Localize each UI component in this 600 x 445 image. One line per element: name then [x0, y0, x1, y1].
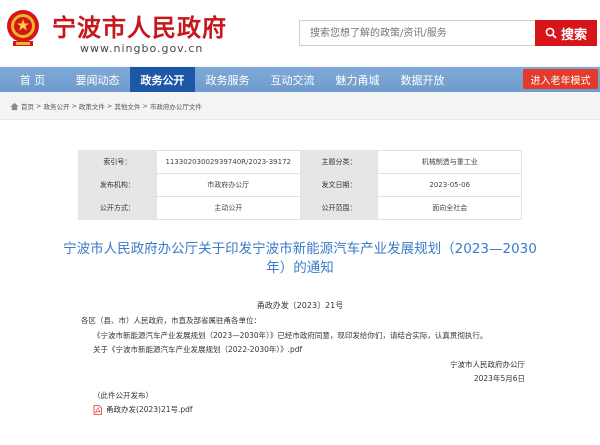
nav-interaction[interactable]: 互动交流 — [260, 67, 325, 92]
document-body: 《宁波市新能源汽车产业发展规划（2023—2030年）》已经市政府同意，现印发给… — [93, 331, 488, 340]
meta-key-topic: 主题分类： — [299, 150, 379, 174]
attachment-filename[interactable]: 甬政办发(2023)21号.pdf — [106, 404, 193, 415]
breadcrumb-office-docs[interactable]: 市政府办公厅文件 — [150, 101, 202, 111]
meta-key-publisher: 发布机构： — [78, 173, 157, 197]
meta-value-topic: 机械制造与重工业 — [377, 150, 522, 174]
search-button-label: 搜索 — [560, 27, 587, 43]
public-note: （此件公开发布） — [93, 391, 153, 400]
meta-value-index: 11330203002939740R/2023-39172 — [155, 150, 301, 174]
nav-home[interactable]: 首 页 — [0, 67, 65, 92]
meta-key-scope: 公开范围： — [299, 196, 379, 220]
home-icon — [10, 102, 19, 110]
document-sign-org: 宁波市人民政府办公厅 — [450, 360, 525, 369]
search-icon — [545, 27, 557, 39]
breadcrumb-policy-docs[interactable]: 政策文件 — [79, 101, 105, 111]
breadcrumb: 首页 > 政务公开 > 政策文件 > 其他文件 > 市政府办公厅文件 — [10, 101, 202, 111]
search-button[interactable]: 搜索 — [535, 20, 597, 46]
document-title: 宁波市人民政府办公厅关于印发宁波市新能源汽车产业发展规划（2023—2030 年… — [60, 240, 540, 278]
nav-news[interactable]: 要闻动态 — [65, 67, 130, 92]
meta-value-scope: 面向全社会 — [377, 196, 522, 220]
main-nav: 首 页 要闻动态 政务公开 政务服务 互动交流 魅力甬城 数据开放 进入老年模式 — [0, 67, 600, 92]
document-meta-table: 索引号： 11330203002939740R/2023-39172 主题分类：… — [78, 150, 522, 220]
breadcrumb-separator: > — [106, 102, 113, 110]
breadcrumb-separator: > — [71, 102, 77, 110]
pdf-icon — [93, 404, 102, 415]
site-header: 宁波市人民政府 www.ningbo.gov.cn 搜索 — [0, 0, 600, 66]
document-addressee: 各区（县、市）人民政府，市直及部省属驻甬各单位： — [81, 316, 261, 325]
document-sign-date: 2023年5月6日 — [473, 374, 525, 383]
page: 宁波市人民政府 www.ningbo.gov.cn 搜索 首 页 要闻动态 政务… — [0, 0, 600, 445]
site-url: www.ningbo.gov.cn — [80, 42, 204, 55]
search-input[interactable] — [299, 20, 535, 46]
nav-gov-affairs[interactable]: 政务公开 — [130, 67, 195, 92]
meta-value-date: 2023-05-06 — [377, 173, 522, 197]
breadcrumb-home[interactable]: 首页 — [21, 101, 34, 111]
meta-row: 发布机构： 市政府办公厅 发文日期： 2023-05-06 — [78, 173, 522, 197]
nav-open-data[interactable]: 数据开放 — [390, 67, 455, 92]
attachment-link[interactable]: 甬政办发(2023)21号.pdf — [93, 404, 193, 415]
meta-key-disclosure: 公开方式： — [78, 196, 157, 220]
document-title-line2: 年）的通知 — [266, 260, 334, 276]
nav-gov-services[interactable]: 政务服务 — [195, 67, 260, 92]
document-title-line1: 宁波市人民政府办公厅关于印发宁波市新能源汽车产业发展规划（2023—2030 — [63, 241, 537, 257]
elder-mode-button[interactable]: 进入老年模式 — [523, 69, 598, 89]
site-title[interactable]: 宁波市人民政府 — [52, 8, 227, 43]
meta-row: 索引号： 11330203002939740R/2023-39172 主题分类：… — [78, 150, 522, 174]
meta-value-publisher: 市政府办公厅 — [155, 173, 301, 197]
meta-value-disclosure: 主动公开 — [155, 196, 301, 220]
meta-row: 公开方式： 主动公开 公开范围： 面向全社会 — [78, 196, 522, 220]
breadcrumb-separator: > — [142, 102, 148, 110]
breadcrumb-gov-affairs[interactable]: 政务公开 — [43, 101, 69, 111]
meta-key-index: 索引号： — [78, 150, 157, 174]
nav-city-charm[interactable]: 魅力甬城 — [325, 67, 390, 92]
document-attachment-line: 关于《宁波市新能源汽车产业发展规划（2022-2030年）》.pdf — [93, 345, 303, 354]
breadcrumb-other-docs[interactable]: 其他文件 — [114, 101, 140, 111]
document-number: 甬政办发〔2023〕21号 — [256, 301, 344, 310]
breadcrumb-separator: > — [36, 102, 42, 110]
content-panel: 索引号： 11330203002939740R/2023-39172 主题分类：… — [0, 119, 600, 445]
meta-key-date: 发文日期： — [299, 173, 379, 197]
national-emblem-icon — [7, 10, 39, 46]
